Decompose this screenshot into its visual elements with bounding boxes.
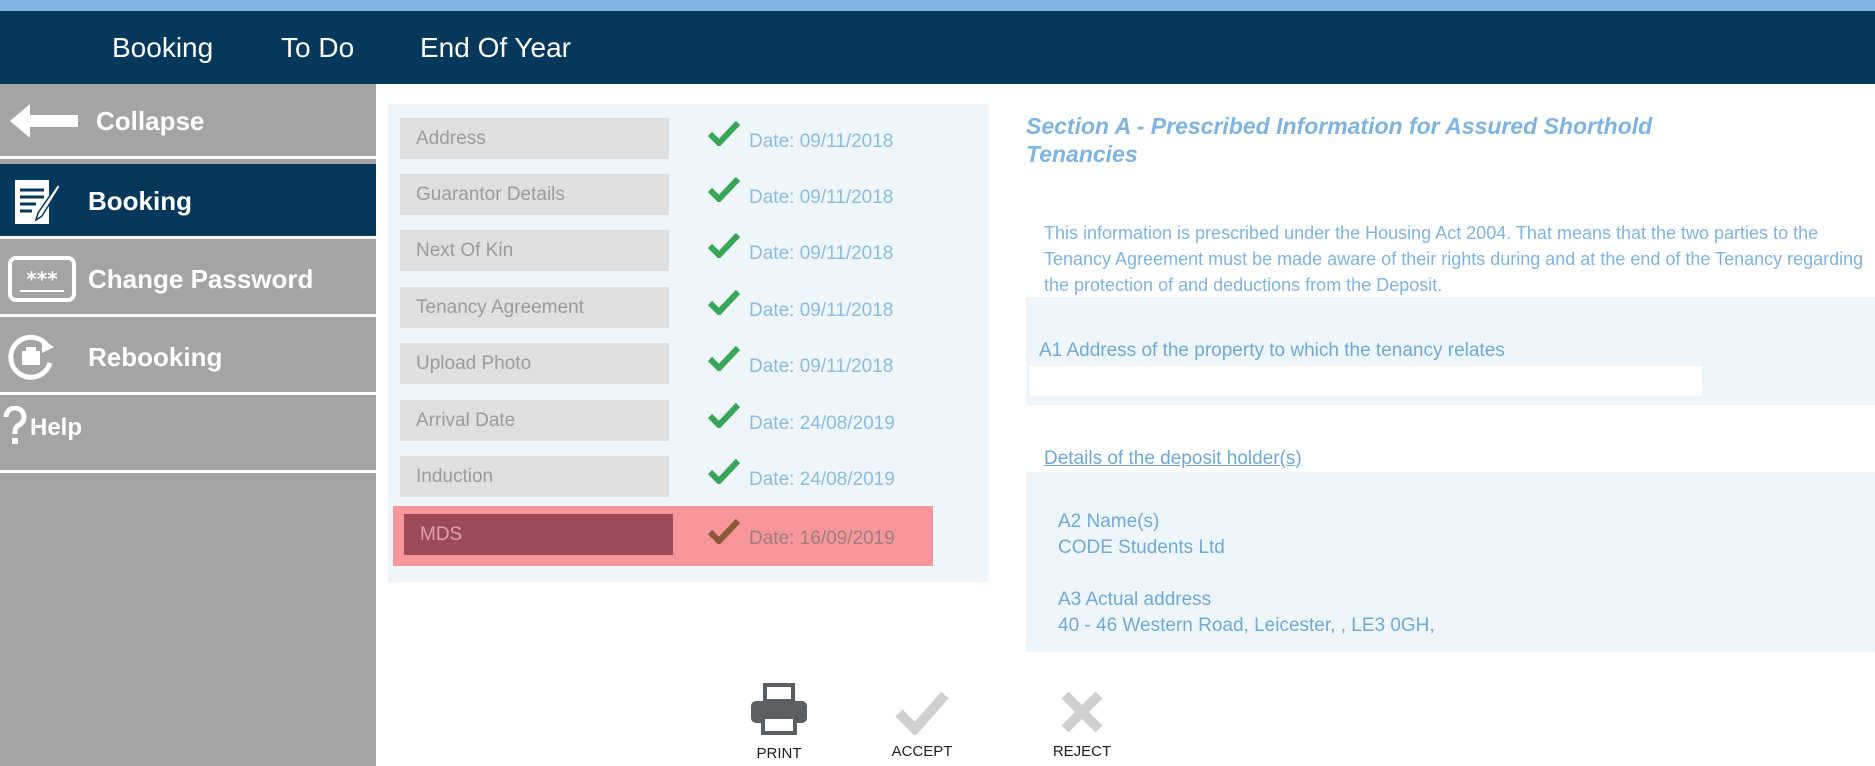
checklist-item-label[interactable]: Tenancy Agreement (400, 287, 669, 328)
checklist-row-next-of-kin[interactable]: Next Of Kin Date: 09/11/2018 (388, 218, 928, 274)
svg-text:***: *** (26, 267, 58, 291)
section-title: Section A - Prescribed Information for A… (1026, 113, 1653, 167)
a3-label: A3 Actual address (1058, 589, 1212, 610)
checkmark-icon (707, 458, 741, 489)
checklist-item-date: Date: 09/11/2018 (749, 187, 894, 208)
checklist-row-tenancy-agreement[interactable]: Tenancy Agreement Date: 09/11/2018 (388, 275, 928, 331)
checklist-row-address[interactable]: Address Date: 09/11/2018 (388, 106, 928, 162)
section-intro: This information is prescribed under the… (1044, 223, 1864, 295)
print-label: PRINT (756, 745, 802, 762)
checklist-item-label[interactable]: Guarantor Details (400, 174, 669, 215)
nav-end-of-year[interactable]: End Of Year (420, 11, 571, 84)
top-navigation: Booking To Do End Of Year (0, 11, 1875, 84)
sidebar-item-label: Change Password (88, 264, 314, 294)
accept-button[interactable]: ACCEPT (888, 689, 956, 760)
booking-form-icon (14, 178, 61, 231)
checklist-item-label[interactable]: Induction (400, 456, 669, 497)
checklist-item-date: Date: 24/08/2019 (749, 413, 895, 434)
checkmark-icon (895, 691, 949, 739)
checklist-row-guarantor[interactable]: Guarantor Details Date: 09/11/2018 (388, 162, 928, 218)
close-icon (1059, 691, 1105, 739)
checklist-item-date: Date: 16/09/2019 (749, 528, 895, 549)
checkmark-icon (707, 518, 741, 549)
checklist-row-arrival-date[interactable]: Arrival Date Date: 24/08/2019 (388, 388, 928, 444)
rebooking-icon (6, 333, 56, 388)
sidebar-item-rebooking[interactable]: Rebooking (0, 320, 376, 395)
checklist-item-date: Date: 24/08/2019 (749, 469, 895, 490)
sidebar-item-help[interactable]: Help (0, 398, 376, 473)
arrow-left-icon (10, 102, 80, 145)
checklist-row-mds[interactable]: MDS Date: 16/09/2019 (393, 506, 933, 566)
top-accent-stripe (0, 0, 1875, 11)
checklist-row-upload-photo[interactable]: Upload Photo Date: 09/11/2018 (388, 331, 928, 387)
checklist-item-date: Date: 09/11/2018 (749, 300, 894, 321)
checklist-item-date: Date: 09/11/2018 (749, 131, 894, 152)
a1-address-field[interactable] (1030, 366, 1702, 396)
sidebar: Collapse Booking *** Change Password Reb… (0, 84, 376, 766)
print-button[interactable]: PRINT (745, 683, 813, 762)
sidebar-item-booking[interactable]: Booking (0, 164, 376, 239)
checklist-item-date: Date: 09/11/2018 (749, 356, 894, 377)
a2-label: A2 Name(s) (1058, 511, 1160, 532)
checkmark-icon (707, 120, 741, 151)
checklist-item-label[interactable]: Next Of Kin (400, 230, 669, 271)
a1-label: A1 Address of the property to which the … (1039, 340, 1505, 361)
reject-label: REJECT (1052, 743, 1112, 760)
nav-booking[interactable]: Booking (112, 11, 213, 84)
checkmark-icon (707, 232, 741, 263)
printer-icon (749, 683, 809, 741)
accept-label: ACCEPT (891, 743, 953, 760)
prescribed-information-section: Section A - Prescribed Information for A… (1026, 104, 1875, 664)
a2-value: CODE Students Ltd (1058, 537, 1225, 558)
checklist-row-induction[interactable]: Induction Date: 24/08/2019 (388, 444, 928, 500)
a3-value: 40 - 46 Western Road, Leicester, , LE3 0… (1058, 615, 1435, 636)
reject-button[interactable]: REJECT (1048, 689, 1116, 760)
sidebar-item-label: Rebooking (88, 342, 223, 372)
nav-todo[interactable]: To Do (281, 11, 354, 84)
sidebar-item-collapse[interactable]: Collapse (0, 84, 376, 159)
checklist-item-label[interactable]: MDS (404, 514, 673, 555)
sidebar-item-change-password[interactable]: *** Change Password (0, 242, 376, 317)
checklist-item-label[interactable]: Address (400, 118, 669, 159)
question-icon (2, 405, 28, 451)
booking-checklist: Address Date: 09/11/2018 Guarantor Detai… (388, 104, 989, 582)
sidebar-item-label: Collapse (96, 106, 205, 136)
checkmark-icon (707, 345, 741, 376)
deposit-holder-link[interactable]: Details of the deposit holder(s) (1044, 448, 1302, 470)
checkmark-icon (707, 402, 741, 433)
checklist-item-date: Date: 09/11/2018 (749, 243, 894, 264)
password-icon: *** (8, 255, 76, 308)
sidebar-item-label: Booking (88, 186, 192, 216)
sidebar-item-label: Help (30, 414, 83, 441)
checklist-item-label[interactable]: Upload Photo (400, 343, 669, 384)
checkmark-icon (707, 176, 741, 207)
checklist-item-label[interactable]: Arrival Date (400, 400, 669, 441)
checkmark-icon (707, 289, 741, 320)
